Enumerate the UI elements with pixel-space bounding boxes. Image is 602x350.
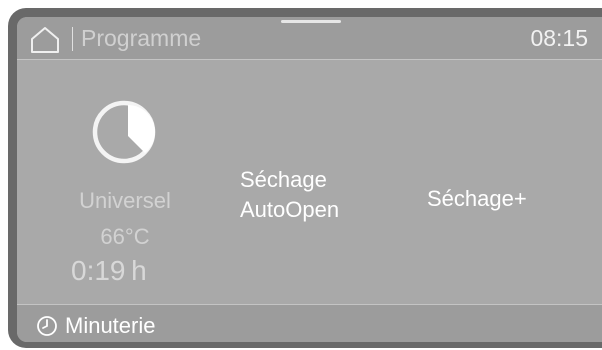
timer-button[interactable]: Minuterie — [65, 312, 155, 340]
header-separator — [72, 27, 73, 51]
program-temperature: 66°C — [100, 224, 150, 249]
drag-handle[interactable] — [281, 20, 341, 23]
program-duration: 0:19 h — [71, 255, 147, 286]
page-title: Programme — [81, 25, 202, 51]
home-icon[interactable] — [29, 26, 61, 54]
pie-progress-icon — [91, 99, 157, 165]
option-sechage-plus[interactable]: Séchage+ — [427, 184, 527, 214]
clock-icon[interactable] — [36, 315, 58, 337]
option-autoopen-line-2: AutoOpen — [240, 197, 340, 222]
header-divider — [17, 59, 602, 60]
option-sechage-autoopen[interactable]: Séchage AutoOpen — [240, 165, 339, 225]
clock-time: 08:15 — [530, 25, 588, 51]
option-autoopen-line-1: Séchage — [240, 167, 327, 192]
display-screen: Programme 08:15 Universel 66°C 0:19 h Sé… — [17, 17, 602, 342]
program-name: Universel — [79, 188, 171, 213]
